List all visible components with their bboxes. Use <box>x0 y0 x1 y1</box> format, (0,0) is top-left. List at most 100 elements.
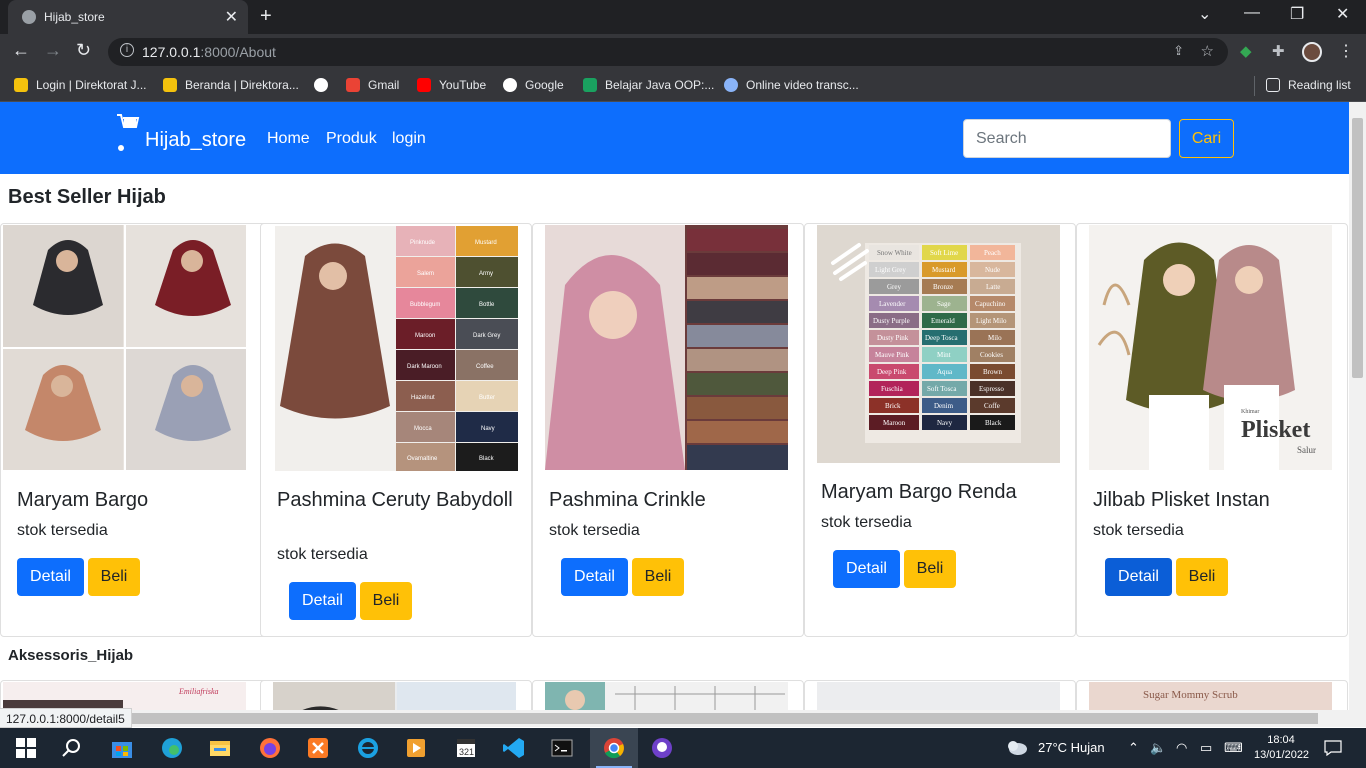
internet-explorer-icon[interactable] <box>356 736 380 760</box>
profile-avatar[interactable] <box>1302 42 1322 62</box>
media-player-icon[interactable] <box>404 736 428 760</box>
close-tab-icon[interactable]: ✕ <box>225 7 238 27</box>
kebab-menu-icon[interactable]: ⋮ <box>1338 41 1354 61</box>
share-icon[interactable]: ⇪ <box>1173 43 1184 59</box>
notifications-icon[interactable] <box>1324 740 1342 756</box>
accessory-image[interactable]: Sugar Mommy Scrub <box>1089 682 1332 710</box>
product-stock: stok tersedia <box>17 522 108 539</box>
product-image[interactable]: Pinknude Mustard Salem Army Bubblegum Bottl… <box>275 226 518 471</box>
edge-icon[interactable] <box>160 736 184 760</box>
product-image[interactable]: Snow White Soft Lime Peach Light Grey Musta… <box>817 225 1060 463</box>
accessory-image[interactable]: Emiliafriska <box>3 682 246 710</box>
search-icon[interactable] <box>60 736 84 760</box>
vertical-scrollbar[interactable] <box>1349 102 1366 710</box>
swatch-label: Peach <box>984 249 1001 257</box>
product-name: Pashmina Ceruty Babydoll <box>277 489 513 511</box>
section-title-best-seller: Best Seller Hijab <box>8 186 166 208</box>
chrome-taskbar-active[interactable] <box>590 728 638 768</box>
reading-list-button[interactable]: Reading list <box>1266 78 1351 92</box>
back-icon[interactable]: ← <box>12 40 30 61</box>
weather-cloud-icon[interactable] <box>1006 738 1028 756</box>
nav-login[interactable]: login <box>392 130 426 148</box>
show-hidden-icons-icon[interactable]: ⌃ <box>1128 740 1139 756</box>
vscode-icon[interactable] <box>502 736 526 760</box>
swatch-label: Light Milo <box>976 317 1007 325</box>
buy-button[interactable]: Beli <box>632 558 684 596</box>
bookmark-item[interactable]: Login | Direktorat J... <box>14 78 147 92</box>
bookmark-item[interactable] <box>314 78 336 92</box>
product-image[interactable]: Khimar Plisket Salur <box>1089 225 1332 470</box>
browser-toolbar: ← → ↻ i 127.0.0.1:8000/About ⇪ ☆ ◆ ✚ <box>0 34 1366 70</box>
bookmark-item[interactable]: Gmail <box>346 78 399 92</box>
product-stock: stok tersedia <box>277 546 368 563</box>
tab-search-icon[interactable]: ⌄ <box>1198 4 1211 24</box>
github-icon[interactable] <box>650 736 674 760</box>
url-text: 127.0.0.1:8000/About <box>142 44 276 60</box>
image-title: Plisket <box>1241 417 1310 443</box>
link-status-bubble: 127.0.0.1:8000/detail5 <box>0 708 132 728</box>
new-tab-icon[interactable]: + <box>260 5 272 28</box>
detail-button[interactable]: Detail <box>289 582 356 620</box>
detail-button[interactable]: Detail <box>1105 558 1172 596</box>
minimize-icon[interactable]: — <box>1244 4 1260 22</box>
accessory-card <box>260 680 532 710</box>
buy-button[interactable]: Beli <box>360 582 412 620</box>
swatch-label: Mauve Pink <box>875 351 910 359</box>
bookmark-star-icon[interactable]: ☆ <box>1201 42 1214 60</box>
restore-icon[interactable]: ❐ <box>1290 4 1304 24</box>
accessory-image[interactable] <box>273 682 516 710</box>
bookmark-item[interactable]: Belajar Java OOP:... <box>583 78 714 92</box>
browser-tab[interactable]: Hijab_store ✕ <box>8 0 248 34</box>
accessory-image[interactable] <box>817 682 1060 710</box>
bookmark-item[interactable]: Online video transc... <box>724 78 859 92</box>
buy-button[interactable]: Beli <box>88 558 140 596</box>
horizontal-scrollbar[interactable] <box>0 710 1366 727</box>
language-icon[interactable]: ⌨ <box>1224 740 1243 756</box>
terminal-icon[interactable] <box>550 736 574 760</box>
buy-button[interactable]: Beli <box>1176 558 1228 596</box>
brand-link[interactable]: Hijab_store <box>145 129 246 152</box>
detail-button[interactable]: Detail <box>17 558 84 596</box>
file-explorer-icon[interactable] <box>208 736 232 760</box>
nav-produk[interactable]: Produk <box>326 130 377 148</box>
volume-icon[interactable]: 🔈 <box>1150 740 1166 756</box>
detail-button[interactable]: Detail <box>561 558 628 596</box>
battery-icon[interactable]: ▭ <box>1200 740 1212 756</box>
scrollbar-thumb[interactable] <box>1352 118 1363 378</box>
scrollbar-thumb[interactable] <box>128 713 1318 724</box>
swatch-label: Maroon <box>415 333 435 339</box>
calendar-app-icon[interactable]: 321 <box>454 736 478 760</box>
firefox-icon[interactable] <box>258 736 282 760</box>
image-subtitle: Salur <box>1297 445 1316 455</box>
search-button[interactable]: Cari <box>1179 119 1234 158</box>
puzzle-icon[interactable]: ✚ <box>1272 42 1285 60</box>
accessory-image[interactable] <box>545 682 788 710</box>
swatch-label: Capuchino <box>975 300 1006 308</box>
site-info-icon[interactable]: i <box>120 43 134 57</box>
product-image[interactable] <box>3 225 246 470</box>
store-icon[interactable] <box>110 736 134 760</box>
bookmark-item[interactable]: Google <box>503 78 564 92</box>
accessory-card <box>804 680 1076 710</box>
weather-text[interactable]: 27°C Hujan <box>1038 740 1105 755</box>
wifi-icon[interactable]: ◠ <box>1176 740 1187 756</box>
close-window-icon[interactable]: ✕ <box>1336 4 1349 24</box>
extension-icon[interactable]: ◆ <box>1240 42 1252 60</box>
swatch-label: Butter <box>479 395 495 401</box>
reading-list-icon <box>1266 78 1280 92</box>
forward-icon[interactable]: → <box>44 40 62 61</box>
product-image[interactable] <box>545 225 788 470</box>
address-bar[interactable]: i 127.0.0.1:8000/About ⇪ ☆ <box>108 38 1228 66</box>
windows-start-icon[interactable] <box>14 736 38 760</box>
bookmark-item[interactable]: YouTube <box>417 78 486 92</box>
bookmark-item[interactable]: Beranda | Direktora... <box>163 78 299 92</box>
clock[interactable]: 18:04 13/01/2022 <box>1254 733 1309 763</box>
detail-button[interactable]: Detail <box>833 550 900 588</box>
reload-icon[interactable]: ↻ <box>76 40 91 61</box>
xampp-icon[interactable] <box>306 736 330 760</box>
swatch-label: Salem <box>417 271 434 277</box>
globe-icon <box>314 78 328 92</box>
nav-home[interactable]: Home <box>267 130 310 148</box>
search-input[interactable] <box>963 119 1171 158</box>
buy-button[interactable]: Beli <box>904 550 956 588</box>
